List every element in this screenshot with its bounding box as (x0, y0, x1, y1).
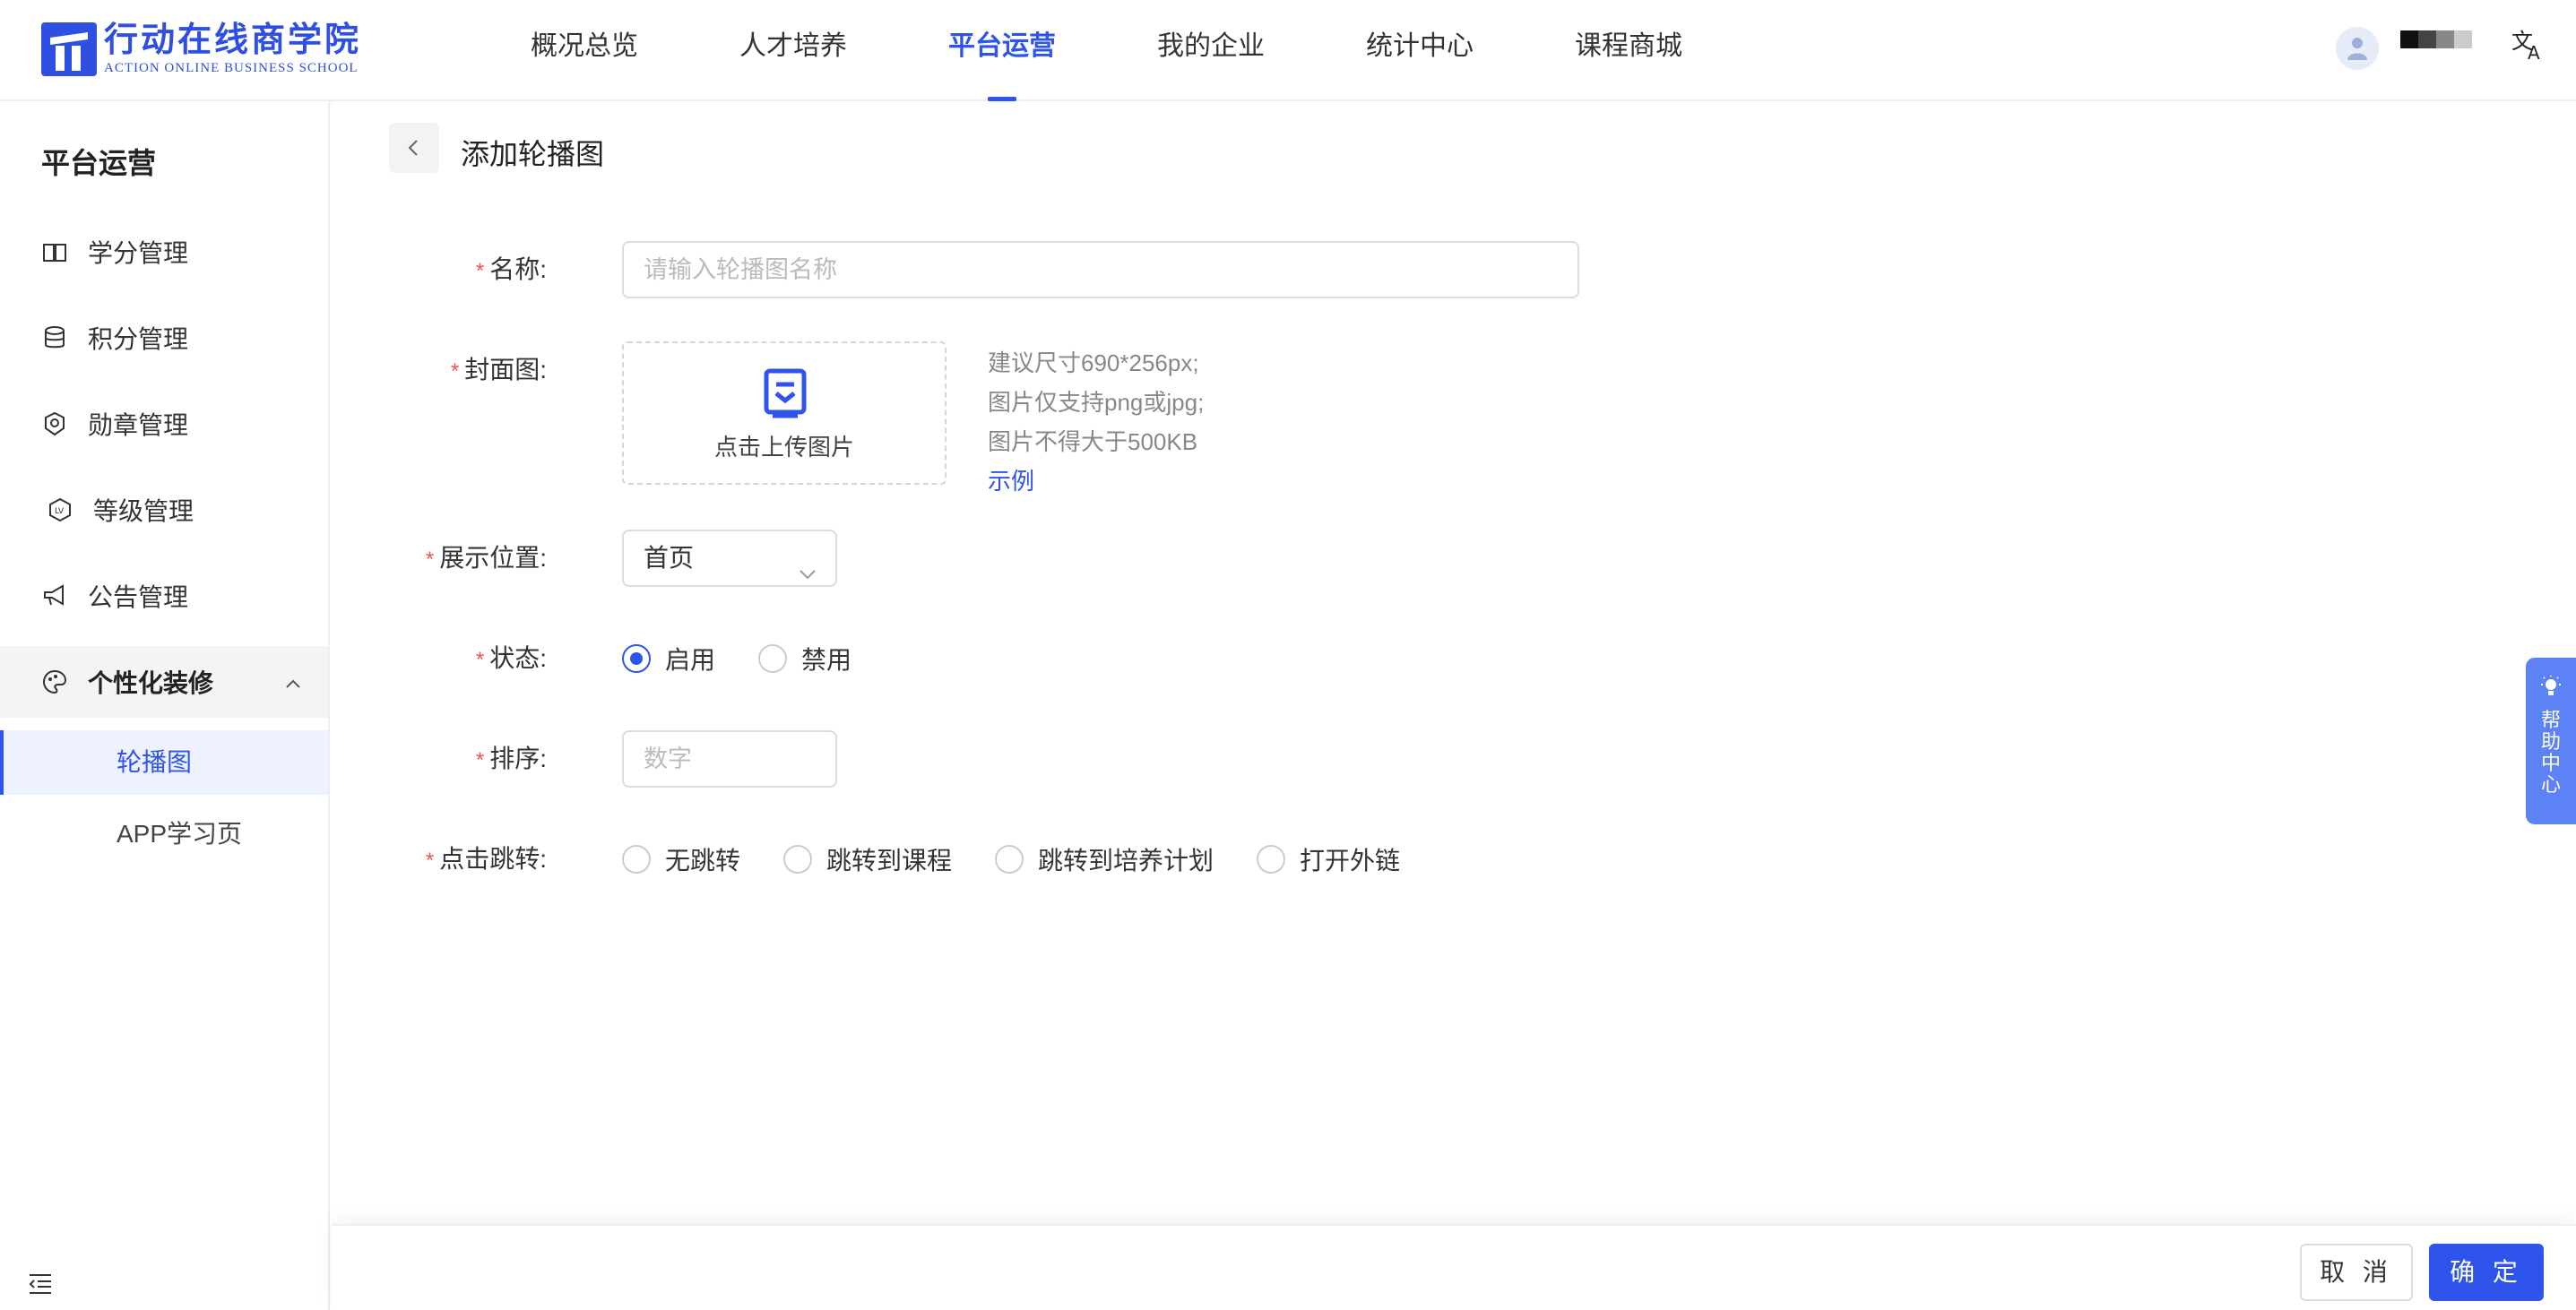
palette-icon (39, 667, 70, 697)
main-nav: 概况总览 人才培养 平台运营 我的企业 统计中心 课程商城 (531, 0, 1784, 101)
sidebar-item-levels[interactable]: LV 等级管理 (0, 474, 328, 546)
logo-title: 行动在线商学院 (104, 22, 362, 59)
svg-text:A: A (2528, 42, 2540, 63)
position-select-value: 首页 (644, 544, 695, 572)
sidebar-subitem-app-study-page[interactable]: APP学习页 (0, 802, 328, 866)
back-button[interactable] (389, 123, 439, 173)
position-label: * 展示位置: (425, 544, 547, 572)
nav-talent[interactable]: 人才培养 (739, 0, 847, 101)
sidebar-item-label: 公告管理 (88, 583, 189, 611)
page-title: 添加轮播图 (461, 138, 605, 170)
medal-icon (39, 409, 70, 439)
cover-hint-format: 图片仅支持png或jpg; (988, 389, 1205, 416)
help-center-label: 帮助中心 (2541, 709, 2562, 796)
nav-course-mall[interactable]: 课程商城 (1575, 0, 1682, 101)
cover-upload[interactable]: 点击上传图片 (622, 341, 947, 485)
position-select[interactable]: 首页 (622, 530, 837, 587)
jump-none-radio[interactable]: 无跳转 (622, 841, 740, 877)
sidebar-item-medals[interactable]: 勋章管理 (0, 388, 328, 460)
upload-text: 点击上传图片 (713, 434, 854, 461)
megaphone-icon (39, 581, 70, 611)
sidebar-item-label: 勋章管理 (88, 411, 189, 439)
cancel-button[interactable]: 取 消 (2300, 1244, 2413, 1301)
help-center-tab[interactable]: 帮助中心 (2526, 658, 2576, 824)
sort-input[interactable]: 数字 (622, 730, 837, 788)
jump-external-link-radio[interactable]: 打开外链 (1257, 841, 1400, 877)
confirm-button[interactable]: 确 定 (2429, 1244, 2544, 1301)
sidebar: 平台运营 学分管理 积分管理 勋章管理 LV 等级管理 公告管理 个性化装修 轮… (0, 101, 330, 1310)
jump-label: * 点击跳转: (425, 845, 547, 873)
main-content: 添加轮播图 * 名称: 请输入轮播图名称 * 封面图: 点击上传图片 建议尺寸690… (332, 101, 2576, 1310)
svg-text:LV: LV (55, 507, 65, 516)
nav-overview[interactable]: 概况总览 (531, 0, 638, 101)
cover-label: * 封面图: (450, 356, 547, 384)
top-header: 行动在线商学院 ACTION ONLINE BUSINESS SCHOOL 概况… (0, 0, 2576, 101)
form-footer: 取 消 确 定 (332, 1224, 2576, 1310)
user-icon (2347, 38, 2367, 60)
cover-hint-size: 建议尺寸690*256px; (988, 349, 1199, 376)
name-input[interactable]: 请输入轮播图名称 (622, 241, 1579, 298)
sidebar-item-credits[interactable]: 学分管理 (0, 216, 328, 288)
sort-label: * 排序: (475, 745, 547, 772)
logo-subtitle: ACTION ONLINE BUSINESS SCHOOL (104, 61, 359, 75)
status-label: * 状态: (475, 644, 547, 672)
nav-my-company[interactable]: 我的企业 (1157, 0, 1265, 101)
status-enabled-radio[interactable]: 启用 (622, 641, 715, 677)
jump-radio-group: 无跳转 跳转到课程 跳转到培养计划 打开外链 (622, 841, 1443, 877)
sidebar-item-label: 积分管理 (88, 325, 189, 353)
sidebar-item-announcements[interactable]: 公告管理 (0, 560, 328, 632)
chevron-up-icon (283, 671, 303, 700)
example-link[interactable]: 示例 (988, 461, 1034, 501)
jump-plan-radio[interactable]: 跳转到培养计划 (995, 841, 1214, 877)
nav-platform-ops[interactable]: 平台运营 (948, 0, 1056, 101)
upload-icon (764, 368, 807, 423)
status-disabled-radio[interactable]: 禁用 (758, 641, 851, 677)
status-radio-group: 启用 禁用 (622, 641, 895, 677)
sidebar-item-label: 等级管理 (93, 497, 194, 525)
translate-icon[interactable]: 文A (2510, 27, 2546, 64)
chevron-down-icon (798, 549, 817, 603)
name-label: * 名称: (475, 255, 547, 283)
sidebar-group-label: 个性化装修 (88, 669, 214, 697)
sidebar-item-points[interactable]: 积分管理 (0, 302, 328, 374)
collapse-menu-icon[interactable] (27, 1271, 54, 1297)
level-icon: LV (45, 495, 75, 525)
avatar[interactable] (2336, 27, 2379, 70)
nav-statistics[interactable]: 统计中心 (1366, 0, 1474, 101)
jump-course-radio[interactable]: 跳转到课程 (783, 841, 952, 877)
lightbulb-icon (2541, 676, 2561, 695)
logo[interactable]: 行动在线商学院 ACTION ONLINE BUSINESS SCHOOL (41, 22, 361, 77)
sidebar-group-customization[interactable]: 个性化装修 (0, 646, 328, 718)
cover-hint-filesize: 图片不得大于500KB (988, 428, 1198, 455)
sidebar-title: 平台运营 (41, 147, 157, 179)
sidebar-subitem-carousel[interactable]: 轮播图 (0, 730, 328, 795)
logo-mark-icon (41, 22, 97, 76)
sidebar-item-label: 学分管理 (88, 239, 189, 267)
username-redacted[interactable] (2400, 30, 2472, 48)
book-icon (39, 237, 70, 267)
chevron-left-icon (408, 140, 418, 156)
database-icon (39, 323, 70, 353)
